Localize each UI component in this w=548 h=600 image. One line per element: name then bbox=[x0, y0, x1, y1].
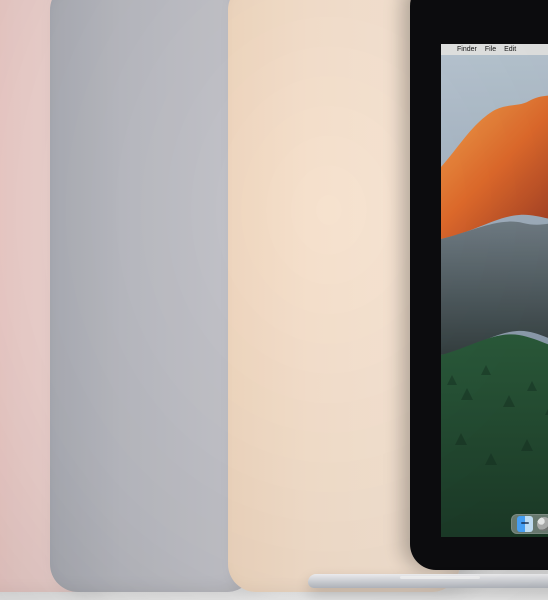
wallpaper-mountain bbox=[441, 55, 548, 537]
space-gray-laptop-lid bbox=[50, 0, 255, 592]
launchpad-icon bbox=[537, 517, 548, 531]
laptop-screen: Finder File Edit bbox=[441, 44, 548, 537]
menubar-item-edit: Edit bbox=[504, 46, 517, 53]
front-laptop: Finder File Edit bbox=[308, 0, 548, 590]
macos-menubar: Finder File Edit bbox=[441, 44, 548, 55]
finder-icon bbox=[517, 516, 533, 532]
product-photo: Finder File Edit bbox=[0, 0, 548, 600]
dock bbox=[511, 514, 548, 534]
laptop-base bbox=[308, 574, 548, 588]
menubar-item-file: File bbox=[484, 46, 497, 53]
menubar-item-finder: Finder bbox=[457, 46, 477, 53]
forest bbox=[441, 334, 548, 537]
